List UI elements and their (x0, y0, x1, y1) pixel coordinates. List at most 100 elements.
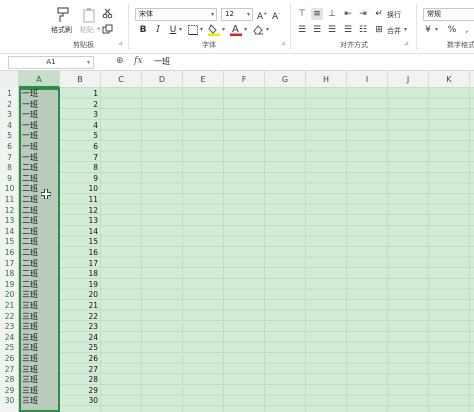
cell-a[interactable]: 三班 (21, 312, 59, 323)
cell-a[interactable]: 一班 (21, 153, 59, 164)
chevron-down-icon[interactable]: ▾ (244, 26, 247, 33)
row-header[interactable]: 8 (0, 163, 19, 174)
cell-a[interactable]: 三班 (21, 333, 59, 344)
cell-a[interactable]: 一班 (21, 131, 59, 142)
indent-decrease-icon[interactable]: ⇤ (342, 8, 354, 20)
row-header[interactable]: 29 (0, 386, 19, 397)
row-header[interactable]: 11 (0, 195, 19, 206)
row-header[interactable]: 20 (0, 290, 19, 301)
row-header[interactable]: 1 (0, 89, 19, 100)
select-all-corner[interactable] (0, 71, 19, 88)
row-header[interactable]: 26 (0, 354, 19, 365)
underline-icon[interactable]: U (167, 24, 179, 36)
italic-icon[interactable]: I (152, 24, 164, 36)
cell-a[interactable]: 三班 (21, 322, 59, 333)
cell-b[interactable]: 22 (60, 312, 101, 323)
cell-a[interactable]: 二班 (21, 237, 59, 248)
function-icon[interactable]: fx (134, 56, 142, 66)
name-box[interactable]: A1 ▾ (8, 56, 94, 69)
column-header-h[interactable]: H (306, 71, 347, 88)
cell-a[interactable]: 三班 (21, 354, 59, 365)
cell-b[interactable]: 15 (60, 237, 101, 248)
row-header[interactable]: 12 (0, 206, 19, 217)
copy-icon[interactable] (102, 24, 113, 34)
percent-icon[interactable]: % (446, 24, 458, 36)
cell-b[interactable]: 24 (60, 333, 101, 344)
clipboard-launcher-icon[interactable]: ⊿ (118, 40, 123, 47)
thousands-icon[interactable]: , (461, 24, 473, 36)
row-header[interactable]: 21 (0, 301, 19, 312)
number-format-select[interactable]: 常规 (423, 8, 474, 21)
cell-b[interactable]: 8 (60, 163, 101, 174)
wrap-text-icon[interactable]: ↵ (373, 8, 385, 20)
cell-a[interactable]: 一班 (21, 110, 59, 121)
row-header[interactable]: 25 (0, 343, 19, 354)
chevron-down-icon[interactable]: ▾ (222, 26, 225, 33)
cell-a[interactable]: 二班 (21, 206, 59, 217)
cell-b[interactable]: 29 (60, 386, 101, 397)
alignment-launcher-icon[interactable]: ⊿ (404, 40, 409, 47)
merge-cells-icon[interactable]: ⊞ (373, 24, 385, 36)
align-center-icon[interactable]: ☰ (311, 24, 323, 36)
row-header[interactable]: 19 (0, 280, 19, 291)
wrap-text-button[interactable]: 换行 (387, 10, 401, 20)
cell-a[interactable]: 一班 (21, 121, 59, 132)
cell-b[interactable]: 2 (60, 100, 101, 111)
row-header[interactable]: 13 (0, 216, 19, 227)
font-size-select[interactable]: 12 ▾ (221, 8, 253, 21)
font-launcher-icon[interactable]: ⊿ (281, 40, 286, 47)
align-left-icon[interactable]: ☰ (296, 24, 308, 36)
column-header-f[interactable]: F (224, 71, 265, 88)
cell-a[interactable]: 一班 (21, 142, 59, 153)
column-header-g[interactable]: G (265, 71, 306, 88)
cell-a[interactable]: 二班 (21, 184, 59, 195)
row-header[interactable]: 2 (0, 100, 19, 111)
cell-a[interactable]: 三班 (21, 365, 59, 376)
cell-a[interactable]: 一班 (21, 89, 59, 100)
cell-area[interactable]: 1 2 3 4 5 6 7 8 9 10 11 12 13 14 15 16 17 18 19 20 21 22 23 24 2… (0, 88, 474, 412)
row-header[interactable]: 24 (0, 333, 19, 344)
zoom-icon[interactable]: ⊕ (116, 56, 124, 66)
cell-b[interactable]: 14 (60, 227, 101, 238)
row-header[interactable]: 9 (0, 174, 19, 185)
merge-button[interactable]: 合并 (387, 26, 401, 36)
row-header[interactable]: 18 (0, 269, 19, 280)
row-header[interactable]: 28 (0, 375, 19, 386)
cell-b[interactable]: 23 (60, 322, 101, 333)
paste-icon[interactable] (82, 7, 96, 23)
row-header[interactable]: 27 (0, 365, 19, 376)
cell-b[interactable]: 3 (60, 110, 101, 121)
cell-b[interactable]: 11 (60, 195, 101, 206)
cell-a[interactable]: 二班 (21, 227, 59, 238)
cell-a[interactable]: 三班 (21, 343, 59, 354)
chevron-down-icon[interactable]: ▾ (200, 26, 203, 33)
row-header[interactable]: 6 (0, 142, 19, 153)
border-icon[interactable] (188, 25, 198, 35)
cell-a[interactable]: 一班 (21, 100, 59, 111)
cell-b[interactable]: 17 (60, 259, 101, 270)
cell-a[interactable]: 三班 (21, 375, 59, 386)
chevron-down-icon[interactable]: ▾ (179, 26, 182, 33)
cut-icon[interactable] (102, 8, 113, 18)
chevron-down-icon[interactable]: ▾ (435, 26, 438, 33)
formula-input[interactable]: 一班 (154, 56, 170, 68)
row-header[interactable]: 30 (0, 396, 19, 407)
paste-button[interactable]: 粘贴 (80, 25, 94, 35)
cell-b[interactable]: 16 (60, 248, 101, 259)
cell-b[interactable]: 4 (60, 121, 101, 132)
cell-b[interactable]: 25 (60, 343, 101, 354)
format-painter-icon[interactable] (56, 7, 70, 23)
cell-b[interactable]: 18 (60, 269, 101, 280)
row-header[interactable]: 15 (0, 237, 19, 248)
cell-a[interactable]: 二班 (21, 216, 59, 227)
align-top-icon[interactable]: ⊤ (296, 8, 308, 20)
font-name-select[interactable]: 宋体 ▾ (135, 8, 217, 21)
row-header[interactable]: 23 (0, 322, 19, 333)
cell-a[interactable]: 二班 (21, 248, 59, 259)
justify-icon[interactable]: ☰ (342, 24, 354, 36)
column-header-k[interactable]: K (429, 71, 470, 88)
cell-a[interactable]: 二班 (21, 259, 59, 270)
format-painter-button[interactable]: 格式刷 (51, 25, 72, 35)
cell-b[interactable]: 19 (60, 280, 101, 291)
cell-a[interactable]: 二班 (21, 280, 59, 291)
